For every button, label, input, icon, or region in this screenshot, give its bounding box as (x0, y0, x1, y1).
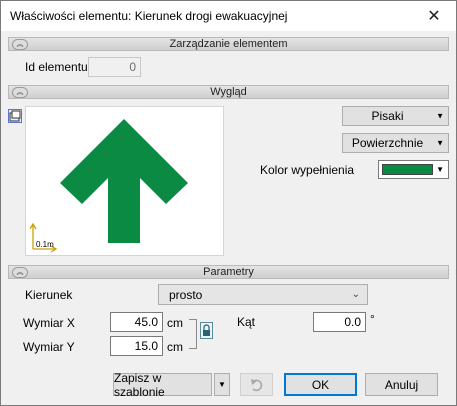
dimension-x-unit: cm (167, 316, 183, 330)
section-title-appearance: Wygląd (210, 86, 247, 98)
dimension-y-label: Wymiar Y (23, 340, 75, 354)
color-swatch (382, 164, 433, 175)
dropdown-arrow-icon: ▼ (436, 111, 444, 121)
lock-icon (203, 324, 210, 336)
dropdown-arrow-icon: ▼ (218, 380, 226, 389)
pens-button[interactable]: Pisaki ▼ (342, 106, 449, 126)
id-field: 0 (88, 57, 141, 77)
surfaces-label: Powierzchnie (351, 136, 424, 150)
section-header-parameters[interactable]: ︽ Parametry (8, 265, 449, 279)
save-template-dropdown[interactable]: ▼ (214, 373, 230, 396)
direction-value: prosto (169, 288, 203, 302)
properties-dialog: Właściwości elementu: Kierunek drogi ewa… (0, 0, 457, 406)
save-template-button[interactable]: Zapisz w szablonie (113, 371, 212, 399)
undo-icon (250, 378, 262, 391)
dimension-x-input[interactable]: 45.0 (110, 312, 163, 332)
section-header-appearance[interactable]: ︽ Wygląd (8, 85, 449, 99)
angle-unit: ° (370, 312, 375, 326)
dimension-y-unit: cm (167, 340, 183, 354)
fill-color-picker[interactable]: ▼ (378, 160, 449, 179)
close-icon: ✕ (427, 7, 441, 25)
dimension-y-input[interactable]: 15.0 (110, 336, 163, 356)
close-button[interactable]: ✕ (412, 1, 456, 30)
symbol-preview: 0.1m (25, 106, 224, 256)
direction-label: Kierunek (25, 288, 73, 302)
frame-icon (9, 110, 21, 122)
section-title-management: Zarządzanie elementem (169, 38, 288, 50)
direction-select[interactable]: prosto ⌄ (158, 284, 368, 305)
cancel-button[interactable]: Anuluj (365, 373, 438, 396)
proportion-bracket (189, 319, 197, 349)
id-label: Id elementu (25, 60, 88, 74)
dropdown-arrow-icon: ▼ (436, 165, 444, 174)
angle-label: Kąt (237, 315, 256, 329)
ok-button[interactable]: OK (284, 373, 357, 396)
fill-color-label: Kolor wypełnienia (260, 163, 355, 177)
dimension-x-label: Wymiar X (23, 316, 75, 330)
surfaces-button[interactable]: Powierzchnie ▼ (342, 133, 449, 153)
dropdown-arrow-icon: ▼ (436, 138, 444, 148)
evacuation-arrow-icon: 0.1m (29, 119, 188, 253)
window-title: Właściwości elementu: Kierunek drogi ewa… (10, 9, 288, 23)
preview-frame-toggle[interactable] (8, 109, 22, 123)
section-header-management[interactable]: ︽ Zarządzanie elementem (8, 37, 449, 51)
undo-button[interactable] (240, 373, 273, 396)
section-title-parameters: Parametry (203, 266, 254, 278)
lock-proportions-toggle[interactable] (200, 322, 213, 339)
scale-label: 0.1m (36, 240, 54, 249)
chevron-down-icon: ⌄ (351, 289, 360, 300)
pens-label: Pisaki (371, 109, 404, 123)
title-bar: Właściwości elementu: Kierunek drogi ewa… (1, 1, 456, 31)
angle-input[interactable]: 0.0 (313, 312, 366, 332)
